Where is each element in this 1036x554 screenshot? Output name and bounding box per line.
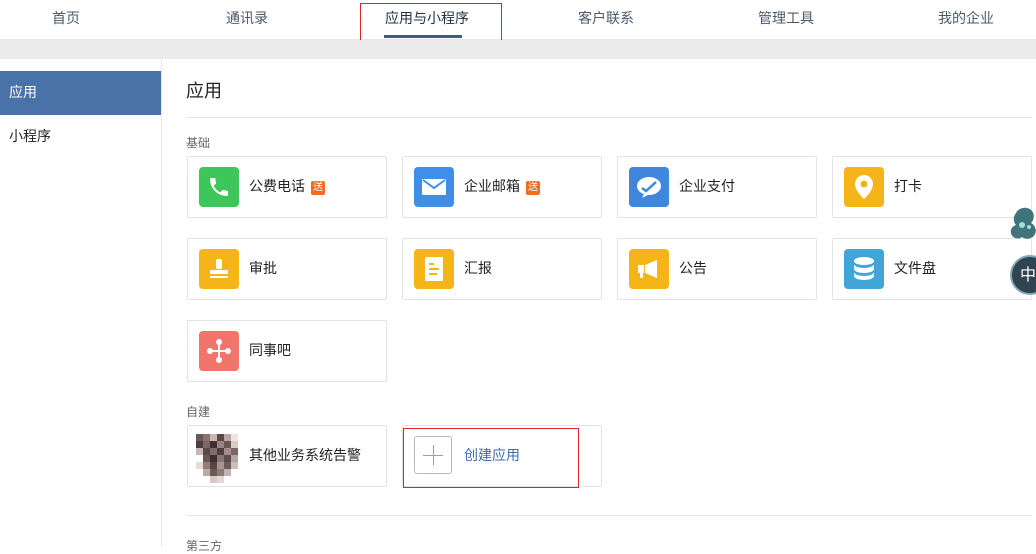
app-name: 企业支付 [679,179,735,195]
app-name-text: 企业邮箱 [464,179,520,195]
tab-contacts[interactable]: 通讯录 [226,0,268,40]
app-name: 公费电话送 [249,157,325,217]
section-label-basic: 基础 [186,136,211,150]
location-pin-icon [844,167,884,207]
network-icon [199,331,239,371]
app-card-enterprise-mail[interactable]: 企业邮箱送 [402,156,602,218]
main-content: 应用 基础 公费电话送 企业邮箱送 企业支付 打卡 审批 汇报 公告 文件盘 同… [162,59,1036,553]
tab-home[interactable]: 首页 [52,0,80,40]
divider [186,515,1032,516]
tab-apps-label: 应用与小程序 [385,11,469,27]
gift-badge: 送 [526,181,540,195]
tab-management-tools[interactable]: 管理工具 [758,0,814,40]
page-title: 应用 [186,81,222,102]
app-card-announcement[interactable]: 公告 [617,238,817,300]
app-name: 汇报 [464,261,492,277]
app-name: 公告 [679,261,707,277]
active-tab-indicator [384,35,462,38]
app-name: 其他业务系统告警 [249,448,361,464]
pixelated-logo-icon [196,434,238,483]
phone-icon [199,167,239,207]
app-card-enterprise-payment[interactable]: 企业支付 [617,156,817,218]
tab-apps-and-miniprograms[interactable]: 应用与小程序 [362,0,492,40]
tab-customer-contact[interactable]: 客户联系 [578,0,634,40]
app-name-text: 公费电话 [249,179,305,195]
stamp-icon [199,249,239,289]
app-card-report[interactable]: 汇报 [402,238,602,300]
app-card-business-alert[interactable]: 其他业务系统告警 [187,425,387,487]
header-spacer [0,40,1036,59]
tab-my-enterprise[interactable]: 我的企业 [938,0,994,40]
plus-icon [414,436,452,474]
create-app-label: 创建应用 [464,448,520,464]
app-name: 审批 [249,261,277,277]
section-label-third-party: 第三方 [186,539,223,553]
floating-assistant-widget[interactable]: 中 [1006,205,1036,297]
app-card-public-phone[interactable]: 公费电话送 [187,156,387,218]
payment-icon [629,167,669,207]
sidebar-item-apps[interactable]: 应用 [0,71,161,115]
gift-badge: 送 [311,181,325,195]
sidebar: 应用 小程序 [0,59,162,547]
section-label-custom: 自建 [186,405,211,419]
app-card-file-drive[interactable]: 文件盘 [832,238,1032,300]
app-name: 打卡 [894,179,922,195]
megaphone-icon [629,249,669,289]
sidebar-item-miniprograms[interactable]: 小程序 [0,115,161,159]
language-toggle[interactable]: 中 [1010,255,1036,295]
create-app-button[interactable]: 创建应用 [402,425,602,487]
top-navigation: 首页 通讯录 应用与小程序 客户联系 管理工具 我的企业 [0,0,1036,40]
app-name: 文件盘 [894,261,936,277]
app-card-colleague-forum[interactable]: 同事吧 [187,320,387,382]
app-card-approval[interactable]: 审批 [187,238,387,300]
mail-icon [414,167,454,207]
app-name: 企业邮箱送 [464,157,540,217]
mascot-decoration-icon [1010,207,1036,239]
app-name: 同事吧 [249,343,291,359]
report-icon [414,249,454,289]
database-icon [844,249,884,289]
divider [186,117,1032,118]
app-card-checkin[interactable]: 打卡 [832,156,1032,218]
